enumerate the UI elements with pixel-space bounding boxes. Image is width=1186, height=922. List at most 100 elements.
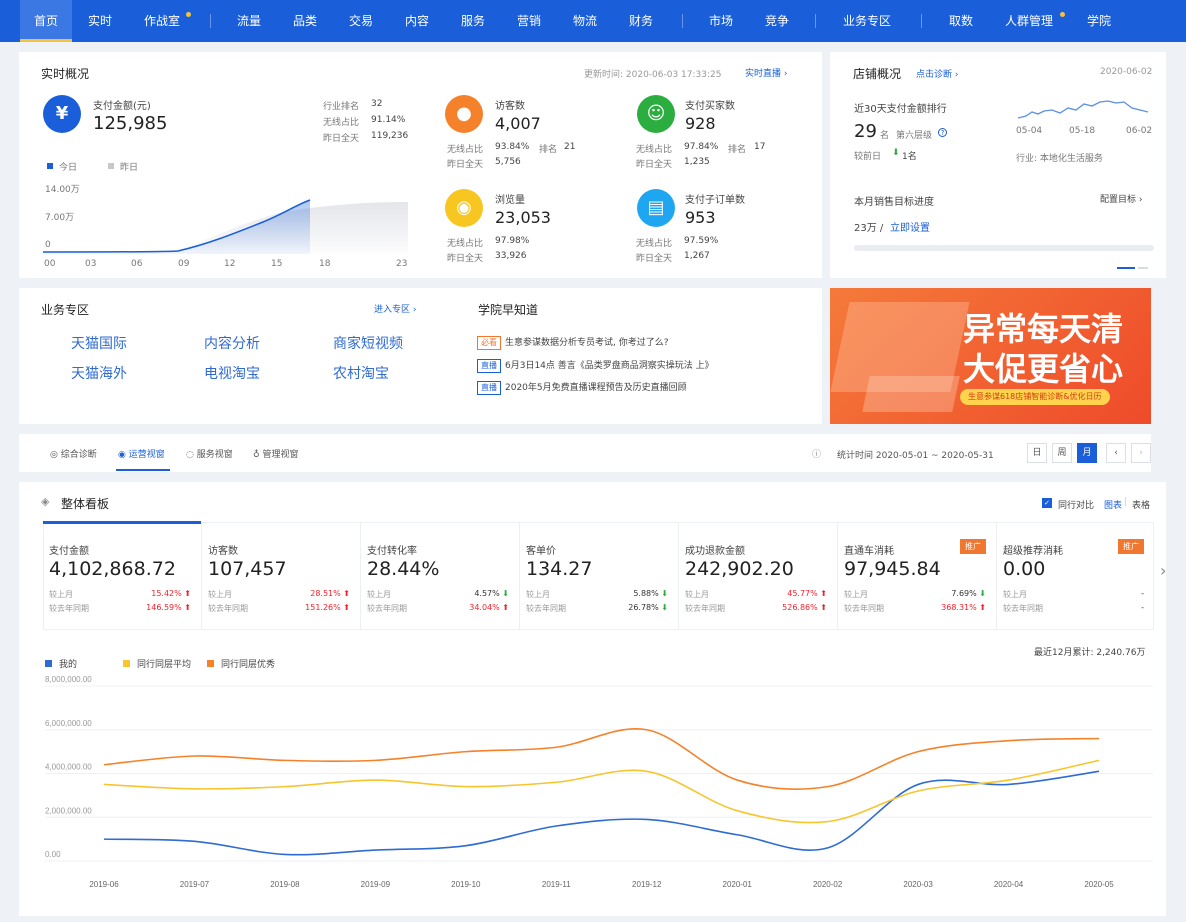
tab-diagnosis[interactable]: ◎ 综合诊断 — [50, 447, 97, 460]
kpi-rank-label: 排名 — [539, 145, 558, 155]
academy-item[interactable]: 直播 6月3日14点 善言《品类罗盘商品洞察实操玩法 上》 — [477, 358, 714, 373]
nav-market[interactable]: 市场 — [709, 0, 733, 42]
pager-dot[interactable] — [1138, 267, 1148, 269]
table-view-toggle[interactable]: 表格 — [1132, 498, 1150, 511]
tier-label: 第六层级 — [896, 131, 933, 141]
metric-compare-label: 较上月 — [844, 590, 868, 599]
nav-home[interactable]: 首页 — [20, 0, 72, 42]
rank-unit: 名 — [880, 131, 890, 141]
promo-badge[interactable]: 推广 — [960, 539, 986, 554]
tmall-global-link[interactable]: 天猫国际 — [71, 333, 127, 353]
metric-card[interactable]: 超级推荐消耗 0.00 较上月 较去年同期 - - 推广 — [997, 522, 1154, 630]
nav-divider — [921, 14, 922, 28]
tv-taobao-link[interactable]: 电视淘宝 — [204, 363, 260, 383]
promo-badge[interactable]: 推广 — [1118, 539, 1144, 554]
tab-management[interactable]: ♁ 管理视窗 — [253, 447, 298, 460]
legend-swatch — [123, 660, 130, 667]
metric-compare-label: 较去年同期 — [844, 604, 884, 613]
metric-value: 0.00 — [1003, 558, 1046, 580]
help-icon[interactable]: ? — [938, 128, 947, 137]
metric-card[interactable]: 客单价 134.27 较上月 较去年同期 5.88% ⬇ 26.78% ⬇ — [520, 522, 679, 630]
kpi-row-label: 无线占比 — [447, 145, 484, 155]
info-icon[interactable]: ⓘ — [812, 447, 821, 460]
nav-logistics[interactable]: 物流 — [573, 0, 597, 42]
up-arrow-icon: ⬆ — [184, 603, 191, 612]
metric-compare-label: 较上月 — [208, 590, 232, 599]
content-analysis-link[interactable]: 内容分析 — [204, 333, 260, 353]
metric-card[interactable]: 访客数 107,457 较上月 较去年同期 28.51% ⬆ 151.26% ⬆ — [202, 522, 361, 630]
metric-percent: 7.69% — [951, 589, 977, 598]
nav-marketing[interactable]: 营销 — [517, 0, 541, 42]
period-day-button[interactable]: 日 — [1027, 443, 1047, 463]
tmall-overseas-link[interactable]: 天猫海外 — [71, 363, 127, 383]
series-line — [103, 770, 1100, 856]
nav-competition[interactable]: 竞争 — [765, 0, 789, 42]
nav-realtime[interactable]: 实时 — [88, 0, 112, 42]
kpi-row-value: 97.84% — [684, 142, 719, 152]
academy-item[interactable]: 直播 2020年5月免费直播课程预告及历史直播回顾 — [477, 380, 687, 395]
nav-business-zone[interactable]: 业务专区 — [843, 0, 891, 42]
live-link[interactable]: 实时直播 › — [745, 66, 787, 79]
metric-percent: 146.59% — [146, 603, 182, 612]
views-label: 浏览量 — [495, 195, 525, 206]
kpi-row-label: 昨日全天 — [447, 254, 484, 264]
nav-traffic[interactable]: 流量 — [237, 0, 261, 42]
nav-academy[interactable]: 学院 — [1087, 0, 1111, 42]
nav-service[interactable]: 服务 — [461, 0, 485, 42]
chart-view-toggle[interactable]: 图表 — [1104, 498, 1122, 511]
legend-swatch — [45, 660, 52, 667]
up-arrow-icon: ⬆ — [820, 589, 827, 598]
new-dot — [186, 12, 191, 17]
visitors-value: 4,007 — [495, 114, 541, 133]
metric-compare-value: 7.69% ⬇ — [951, 589, 986, 598]
clipboard-icon: ▤ — [637, 189, 675, 227]
metric-percent: 15.42% — [151, 589, 182, 598]
metric-label: 支付金额 — [49, 546, 89, 557]
metric-card[interactable]: 支付金额 4,102,868.72 较上月 较去年同期 15.42% ⬆ 146.59% … — [43, 522, 202, 630]
layers-icon: ◈ — [41, 495, 50, 508]
metric-compare-label: 较上月 — [49, 590, 73, 599]
academy-item[interactable]: 必看 生意参谋数据分析专员考试, 你考过了么? — [477, 335, 669, 350]
kpi-rank-value: 17 — [754, 142, 766, 152]
tab-label: 管理视窗 — [262, 450, 299, 460]
pager-dot-active[interactable] — [1117, 267, 1135, 269]
enter-zone-link[interactable]: 进入专区 › — [374, 302, 416, 315]
metric-compare-value: 28.51% ⬆ — [310, 589, 350, 598]
nav-data-fetch[interactable]: 取数 — [949, 0, 973, 42]
nav-content[interactable]: 内容 — [405, 0, 429, 42]
period-month-button[interactable]: 月 — [1077, 443, 1097, 463]
diagnose-link[interactable]: 点击诊断 › — [916, 67, 958, 80]
metric-percent: 368.31% — [941, 603, 977, 612]
metric-label: 客单价 — [526, 546, 556, 557]
tab-operations[interactable]: ◉ 运营视窗 — [118, 447, 165, 460]
store-date: 2020-06-02 — [1100, 67, 1153, 77]
rural-taobao-link[interactable]: 农村淘宝 — [333, 363, 389, 383]
short-video-link[interactable]: 商家短视频 — [333, 333, 403, 353]
pay-value: 125,985 — [93, 113, 168, 134]
prev-period-button[interactable]: ‹ — [1106, 443, 1126, 463]
nav-category[interactable]: 品类 — [293, 0, 317, 42]
kpi-row-value: 5,756 — [495, 157, 521, 167]
configure-goal-link[interactable]: 配置目标 › — [1100, 192, 1142, 205]
next-period-button[interactable]: › — [1131, 443, 1151, 463]
down-arrow-icon: ⬇ — [892, 148, 900, 158]
set-goal-link[interactable]: 立即设置 — [890, 219, 930, 234]
nav-war-room[interactable]: 作战室 — [144, 0, 180, 42]
spark-tick: 06-02 — [1126, 126, 1153, 136]
next-metrics-arrow[interactable]: › — [1160, 561, 1166, 580]
metric-card[interactable]: 成功退款金额 242,902.20 较上月 较去年同期 45.77% ⬆ 526.86% … — [679, 522, 838, 630]
metric-compare-value: 26.78% ⬇ — [628, 603, 668, 612]
kpi-row-label: 无线占比 — [636, 145, 673, 155]
promo-banner[interactable]: 异常每天清 大促更省心 生意参谋618店铺智能诊断&优化日历 — [830, 288, 1151, 424]
metric-card[interactable]: 直通车消耗 97,945.84 较上月 较去年同期 7.69% ⬇ 368.31% ⬆ 推广 — [838, 522, 997, 630]
kpi-row-label: 无线占比 — [636, 239, 673, 249]
period-week-button[interactable]: 周 — [1052, 443, 1072, 463]
tab-service[interactable]: ◌ 服务视窗 — [186, 447, 233, 460]
legend-yesterday-swatch — [108, 163, 114, 169]
metric-card[interactable]: 支付转化率 28.44% 较上月 较去年同期 4.57% ⬇ 34.04% ⬆ — [361, 522, 520, 630]
tab-label: 运营视窗 — [128, 450, 165, 460]
peer-compare-checkbox[interactable]: ✓ — [1042, 498, 1052, 508]
nav-finance[interactable]: 财务 — [629, 0, 653, 42]
nav-trade[interactable]: 交易 — [349, 0, 373, 42]
nav-crowd[interactable]: 人群管理 — [1005, 0, 1053, 42]
